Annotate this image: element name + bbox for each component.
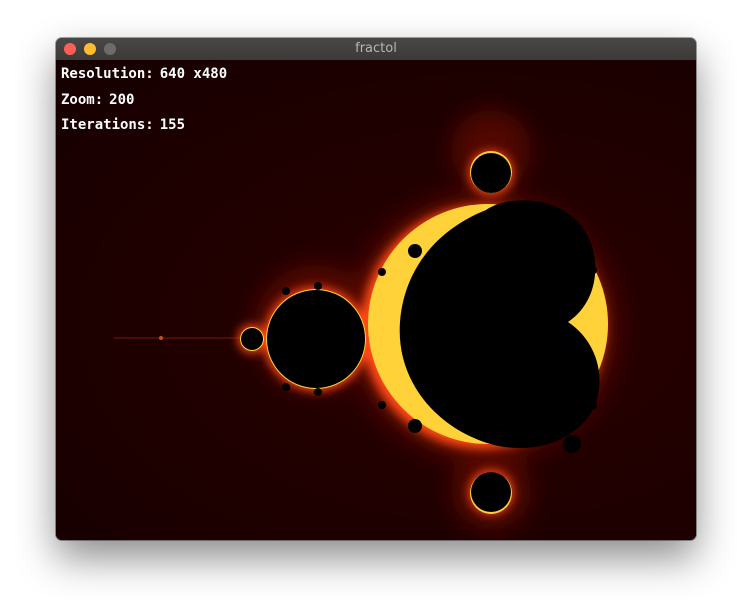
antenna-minibrot <box>159 336 163 340</box>
iterations-value: 155 <box>159 117 186 133</box>
fractal-canvas[interactable]: Resolution: 640 x480 Zoom: 200 Iterations:… <box>56 60 696 540</box>
zoom-value: 200 <box>109 92 135 108</box>
title-bar[interactable]: fractol <box>56 38 696 61</box>
window-title: fractol <box>355 41 397 56</box>
resolution-readout: Resolution: 640 x480 <box>61 66 227 82</box>
fractol-window: fractol Resolution: 640 x480 Zoom: 200 I… <box>56 38 696 540</box>
iterations-readout: Iterations: 155 <box>61 117 185 133</box>
zoom-label: Zoom: <box>61 92 104 108</box>
iterations-label: Iterations: <box>61 117 154 133</box>
zoom-readout: Zoom: 200 <box>61 92 134 108</box>
mandelbrot-set-body <box>241 153 600 512</box>
resolution-value: 640 x480 <box>159 66 228 82</box>
resolution-label: Resolution: <box>61 66 154 82</box>
